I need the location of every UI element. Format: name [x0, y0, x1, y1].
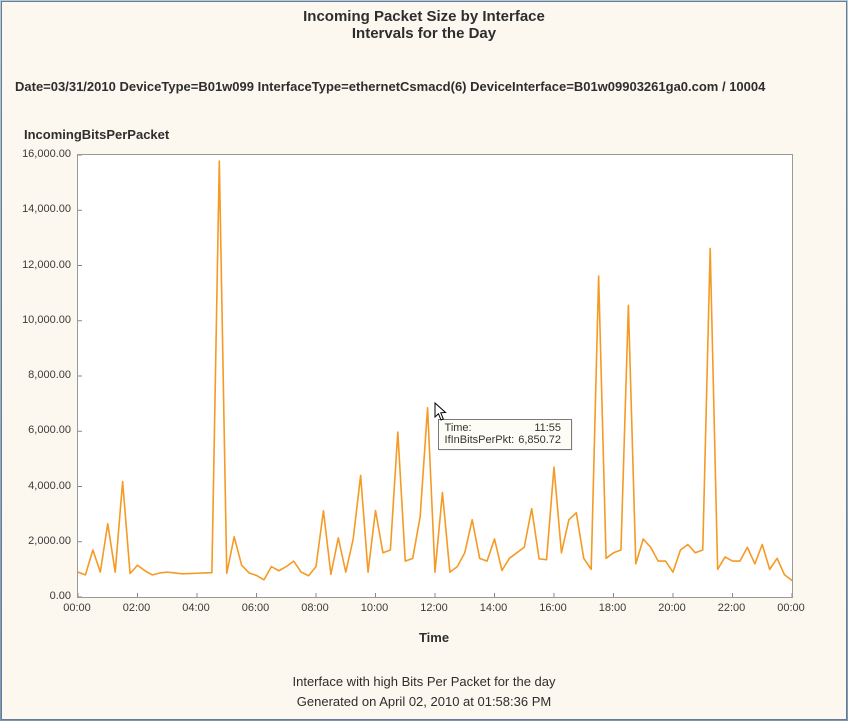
data-tooltip: Time: 11:55 IfInBitsPerPkt: 6,850.72 — [438, 419, 573, 450]
x-tick-label: 22:00 — [718, 602, 746, 614]
y-axis-label: IncomingBitsPerPacket — [24, 127, 169, 142]
x-tick-label: 02:00 — [123, 602, 151, 614]
tooltip-metric-value: 6,850.72 — [518, 434, 565, 446]
tooltip-time-label: Time: — [445, 422, 519, 434]
x-axis-label: Time — [77, 630, 791, 645]
y-tick-label: 0.00 — [50, 590, 71, 602]
caption-line-2: Generated on April 02, 2010 at 01:58:36 … — [2, 694, 846, 709]
chart-panel: Incoming Packet Size by Interface Interv… — [1, 1, 847, 720]
plot-area[interactable] — [77, 154, 793, 598]
series-line — [78, 161, 792, 580]
y-tick-label: 12,000.00 — [22, 259, 71, 271]
chart-subtitle: Intervals for the Day — [2, 25, 846, 42]
y-axis-ticks: 0.002,000.004,000.006,000.008,000.0010,0… — [2, 154, 77, 596]
x-tick-label: 18:00 — [599, 602, 627, 614]
y-tick-label: 4,000.00 — [28, 480, 71, 492]
x-tick-label: 10:00 — [361, 602, 389, 614]
x-axis-ticks: 00:0002:0004:0006:0008:0010:0012:0014:00… — [77, 596, 791, 626]
tooltip-time-value: 11:55 — [518, 422, 565, 434]
y-tick-label: 2,000.00 — [28, 535, 71, 547]
x-tick-label: 04:00 — [182, 602, 210, 614]
caption-line-1: Interface with high Bits Per Packet for … — [2, 674, 846, 689]
x-tick-label: 20:00 — [658, 602, 686, 614]
params-line: Date=03/31/2010 DeviceType=B01w099 Inter… — [2, 79, 846, 94]
y-tick-label: 10,000.00 — [22, 314, 71, 326]
window-frame: Incoming Packet Size by Interface Interv… — [0, 0, 848, 721]
y-tick-label: 8,000.00 — [28, 369, 71, 381]
x-tick-label: 14:00 — [480, 602, 508, 614]
line-chart-svg — [78, 155, 792, 597]
x-tick-label: 06:00 — [242, 602, 270, 614]
tooltip-metric-label: IfInBitsPerPkt: — [445, 434, 519, 446]
y-tick-label: 6,000.00 — [28, 424, 71, 436]
y-tick-label: 14,000.00 — [22, 203, 71, 215]
x-tick-label: 00:00 — [63, 602, 91, 614]
chart-title: Incoming Packet Size by Interface — [2, 8, 846, 25]
x-tick-label: 16:00 — [539, 602, 567, 614]
x-tick-label: 00:00 — [777, 602, 805, 614]
y-tick-label: 16,000.00 — [22, 148, 71, 160]
x-tick-label: 08:00 — [301, 602, 329, 614]
x-tick-label: 12:00 — [420, 602, 448, 614]
